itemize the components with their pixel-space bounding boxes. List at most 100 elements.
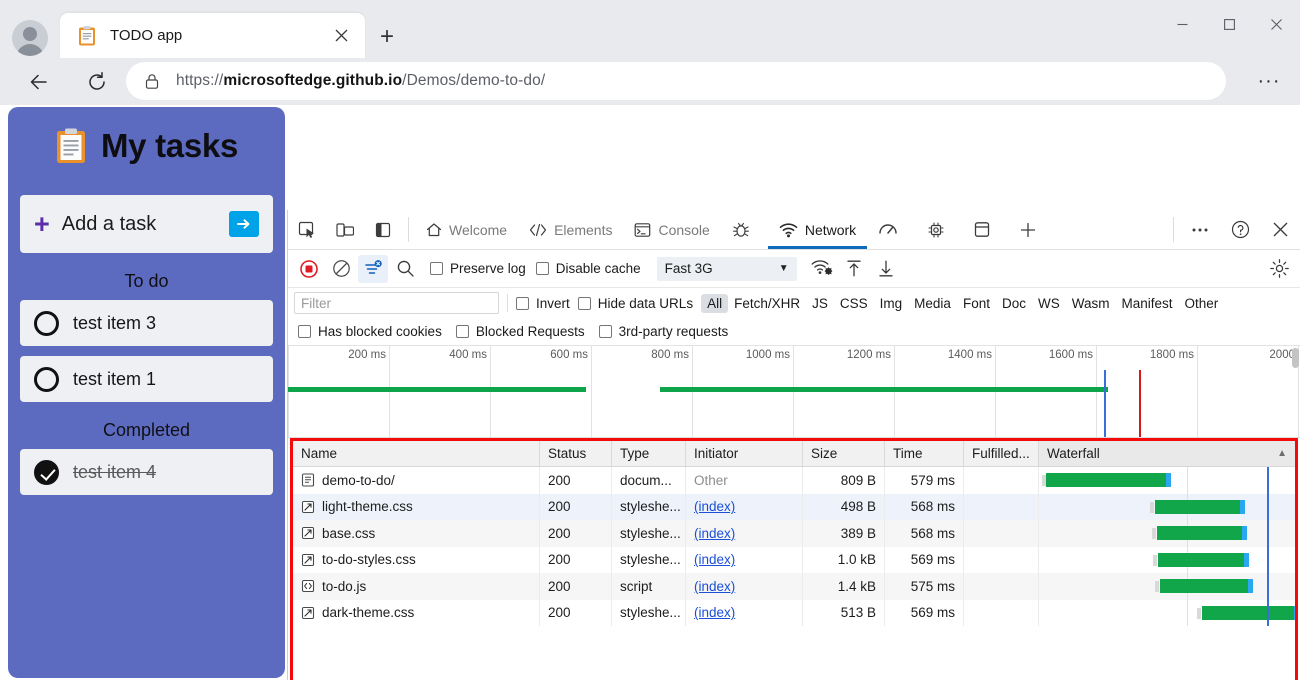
- wifi-settings-icon[interactable]: [807, 255, 837, 283]
- filter-icon[interactable]: [358, 254, 388, 283]
- has-blocked-cookies-checkbox[interactable]: Has blocked cookies: [298, 324, 442, 339]
- profile-avatar[interactable]: [12, 20, 48, 56]
- table-row[interactable]: light-theme.css 200 styleshe... (index) …: [293, 493, 1295, 520]
- filter-type-manifest[interactable]: Manifest: [1115, 294, 1178, 313]
- checkbox-circle-icon[interactable]: [34, 310, 59, 336]
- close-devtools-icon[interactable]: [1260, 210, 1300, 249]
- column-header-fulfilled[interactable]: Fulfilled...: [964, 441, 1039, 466]
- filter-type-wasm[interactable]: Wasm: [1066, 294, 1116, 313]
- browser-tab[interactable]: TODO app: [60, 13, 365, 58]
- task-item[interactable]: test item 1: [20, 356, 273, 402]
- tab-network[interactable]: Network: [767, 210, 868, 249]
- back-arrow-icon[interactable]: [22, 65, 56, 99]
- tab-performance[interactable]: [867, 210, 916, 249]
- task-item[interactable]: test item 4: [20, 449, 273, 495]
- add-panel-button[interactable]: [1008, 210, 1048, 249]
- column-header-initiator[interactable]: Initiator: [686, 441, 803, 466]
- column-header-status[interactable]: Status: [540, 441, 612, 466]
- column-header-time[interactable]: Time: [885, 441, 964, 466]
- more-options-icon[interactable]: [1180, 210, 1220, 249]
- checkbox-box[interactable]: [577, 296, 591, 310]
- checkbox-box[interactable]: [535, 262, 549, 275]
- download-arrow-icon[interactable]: [871, 255, 901, 283]
- url-scheme: https://: [176, 72, 224, 89]
- initiator-link[interactable]: (index): [694, 579, 735, 594]
- upload-arrow-icon[interactable]: [839, 255, 869, 283]
- blocked-requests-checkbox[interactable]: Blocked Requests: [455, 324, 585, 339]
- initiator-link[interactable]: (index): [694, 526, 735, 541]
- overview-tick: 200 ms: [348, 349, 386, 361]
- todo-section-todo: To do test item 3 test item 1: [8, 271, 285, 402]
- filter-type-img[interactable]: Img: [874, 294, 909, 313]
- close-icon[interactable]: [327, 22, 355, 50]
- new-tab-button[interactable]: +: [372, 22, 402, 52]
- clear-circle-slash-icon[interactable]: [326, 255, 356, 283]
- minimize-button[interactable]: [1159, 0, 1206, 48]
- checkbox-box[interactable]: [455, 325, 469, 338]
- preserve-log-checkbox[interactable]: Preserve log: [430, 261, 526, 276]
- application-box-icon: [974, 221, 990, 238]
- invert-checkbox[interactable]: Invert: [516, 296, 570, 311]
- address-bar[interactable]: https://microsoftedge.github.io/Demos/de…: [126, 62, 1226, 100]
- table-row[interactable]: dark-theme.css 200 styleshe... (index) 5…: [293, 599, 1295, 626]
- device-toolbar-icon[interactable]: [326, 210, 364, 249]
- plus-icon: +: [34, 208, 50, 239]
- table-row[interactable]: to-do-styles.css 200 styleshe... (index)…: [293, 546, 1295, 573]
- hide-data-urls-checkbox[interactable]: Hide data URLs: [577, 296, 693, 311]
- tab-welcome[interactable]: Welcome: [415, 210, 518, 249]
- network-overview-timeline[interactable]: 200 ms 400 ms 600 ms 800 ms 1000 ms 1200…: [288, 346, 1300, 438]
- filter-type-css[interactable]: CSS: [834, 294, 874, 313]
- checkbox-box[interactable]: [598, 325, 612, 338]
- table-row[interactable]: demo-to-do/ 200 docum... Other 809 B 579…: [293, 467, 1295, 494]
- dock-side-icon[interactable]: [364, 210, 402, 249]
- tab-application[interactable]: [963, 210, 1008, 249]
- browser-settings-button[interactable]: ···: [1252, 64, 1286, 98]
- column-header-type[interactable]: Type: [612, 441, 686, 466]
- disable-cache-checkbox[interactable]: Disable cache: [535, 261, 641, 276]
- filter-type-other[interactable]: Other: [1179, 294, 1225, 313]
- tab-memory[interactable]: [916, 210, 963, 249]
- record-stop-icon[interactable]: [294, 255, 324, 283]
- initiator-link[interactable]: (index): [694, 552, 735, 567]
- devtools-panel: Welcome Elements Console Network Preserv…: [287, 210, 1300, 680]
- filter-type-media[interactable]: Media: [908, 294, 957, 313]
- column-header-waterfall[interactable]: Waterfall ▲: [1039, 441, 1295, 466]
- tab-elements[interactable]: Elements: [518, 210, 623, 249]
- overview-scrollbar[interactable]: [1292, 348, 1299, 368]
- third-party-requests-checkbox[interactable]: 3rd-party requests: [598, 324, 728, 339]
- initiator-link[interactable]: (index): [694, 499, 735, 514]
- filter-type-ws[interactable]: WS: [1032, 294, 1066, 313]
- task-item[interactable]: test item 3: [20, 300, 273, 346]
- filter-type-doc[interactable]: Doc: [996, 294, 1032, 313]
- overview-tick: 1800 ms: [1149, 349, 1194, 361]
- filter-input[interactable]: Filter: [294, 292, 499, 314]
- tab-sources[interactable]: [721, 210, 768, 249]
- filter-type-all[interactable]: All: [701, 293, 729, 313]
- add-task-input[interactable]: Add a task: [62, 213, 229, 236]
- add-task-row[interactable]: + Add a task: [20, 195, 273, 253]
- checkbox-box[interactable]: [430, 262, 443, 275]
- close-window-button[interactable]: [1253, 0, 1300, 48]
- checkbox-box[interactable]: [298, 325, 311, 338]
- filter-type-fetchxhr[interactable]: Fetch/XHR: [728, 294, 806, 313]
- checkbox-checked-icon[interactable]: [34, 459, 59, 485]
- reload-icon[interactable]: [80, 65, 114, 99]
- initiator-link[interactable]: (index): [694, 605, 735, 620]
- help-icon[interactable]: [1220, 210, 1260, 249]
- filter-type-js[interactable]: JS: [806, 294, 834, 313]
- search-icon[interactable]: [390, 255, 420, 283]
- table-row[interactable]: to-do.js 200 script (index) 1.4 kB 575 m…: [293, 573, 1295, 600]
- checkbox-circle-icon[interactable]: [34, 366, 59, 392]
- maximize-button[interactable]: [1206, 0, 1253, 48]
- gear-icon[interactable]: [1264, 255, 1294, 283]
- inspect-icon[interactable]: [288, 210, 326, 249]
- checkbox-box[interactable]: [516, 296, 529, 310]
- chevron-down-icon: ▼: [778, 263, 789, 274]
- filter-type-font[interactable]: Font: [957, 294, 996, 313]
- column-header-name[interactable]: Name: [293, 441, 540, 466]
- throttling-select[interactable]: Fast 3G ▼: [656, 256, 797, 281]
- column-header-size[interactable]: Size: [803, 441, 885, 466]
- table-row[interactable]: base.css 200 styleshe... (index) 389 B 5…: [293, 520, 1295, 547]
- arrow-right-icon[interactable]: [229, 211, 259, 237]
- tab-console[interactable]: Console: [623, 210, 720, 249]
